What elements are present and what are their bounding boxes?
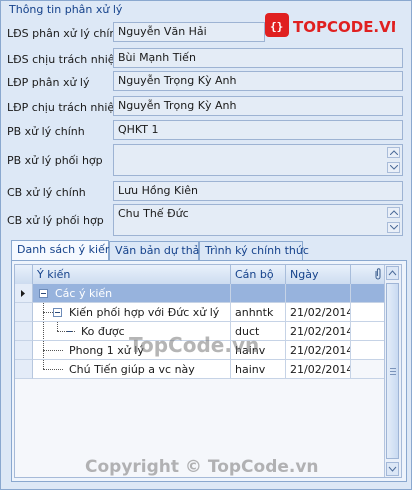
svg-text:{}: {}: [270, 20, 283, 33]
scroll-thumb[interactable]: [386, 283, 399, 459]
tab-official-signing[interactable]: Trình ký chính thức: [199, 241, 309, 260]
date-cell: 21/02/2014: [286, 360, 351, 379]
header-opinion[interactable]: Ý kiến: [33, 265, 231, 284]
opinion-text: Kiến phối hợp với Đức xử lý: [69, 306, 220, 319]
ldp-main-field[interactable]: Nguyễn Trọng Kỳ Anh: [113, 71, 403, 91]
grid-vertical-scrollbar[interactable]: [384, 265, 401, 477]
scroll-down-button[interactable]: [387, 222, 400, 233]
field-label: LĐP phân xử lý: [7, 76, 90, 89]
watermark-center: TopCode.vn: [129, 333, 260, 357]
lds-responsible-field[interactable]: Bùi Mạnh Tiến: [113, 48, 403, 68]
attachment-cell: [351, 360, 387, 379]
row-indicator: [15, 284, 33, 303]
tab-opinions[interactable]: Danh sách ý kiến: [11, 240, 112, 261]
attachment-cell: [351, 284, 387, 303]
cb-main-field[interactable]: Lưu Hồng Kiên: [113, 181, 403, 201]
table-row[interactable]: Chú Tiến giúp a vc này hainv 21/02/2014: [15, 360, 387, 379]
opinion-text: Các ý kiến: [55, 287, 113, 300]
row-indicator: [15, 360, 33, 379]
assignment-panel: Thông tin phân xử lý {} TOPCODE.VN LĐS p…: [0, 0, 412, 490]
officer-cell: anhntk: [231, 303, 286, 322]
chevron-up-icon: [390, 150, 398, 155]
chevron-up-icon: [390, 210, 398, 215]
row-indicator: [15, 303, 33, 322]
attachment-cell: [351, 341, 387, 360]
tree-line: [43, 369, 63, 370]
pb-main-field[interactable]: QHKT 1: [113, 120, 403, 140]
officer-cell: hainv: [231, 360, 286, 379]
header-officer[interactable]: Cán bộ: [231, 265, 286, 284]
cb-coop-value: Chu Thế Đức: [118, 207, 189, 220]
opinion-cell: Chú Tiến giúp a vc này: [33, 360, 231, 379]
leaf-node: [65, 327, 74, 336]
chevron-down-icon: [388, 466, 397, 472]
attachment-cell: [351, 303, 387, 322]
field-label: LĐP chịu trách nhiệm: [7, 101, 125, 114]
tree-line: [43, 322, 44, 340]
field-label: LĐS chịu trách nhiệm: [7, 53, 126, 66]
opinions-grid: Ý kiến Cán bộ Ngày Các ý kiến Kiến phối …: [14, 264, 402, 478]
attachment-cell: [351, 322, 387, 341]
date-cell: 21/02/2014: [286, 322, 351, 341]
collapse-icon[interactable]: [53, 308, 62, 317]
field-label: CB xử lý phối hợp: [7, 214, 104, 227]
date-cell: 21/02/2014: [286, 341, 351, 360]
scroll-down-button[interactable]: [386, 462, 399, 476]
tree-line: [43, 360, 44, 369]
field-label: CB xử lý chính: [7, 186, 86, 199]
grid-header: Ý kiến Cán bộ Ngày: [15, 265, 387, 285]
group-title: Thông tin phân xử lý: [9, 3, 123, 16]
tab-draft-documents[interactable]: Văn bản dự thảo: [109, 241, 206, 260]
row-indicator: [15, 322, 33, 341]
watermark-copyright: Copyright © TopCode.vn: [85, 457, 319, 477]
scroll-up-button[interactable]: [386, 266, 399, 280]
header-indicator: [15, 265, 33, 284]
ldp-responsible-field[interactable]: Nguyễn Trọng Kỳ Anh: [113, 96, 403, 116]
field-label: PB xử lý chính: [7, 125, 85, 138]
officer-cell: [231, 284, 286, 303]
opinion-cell: Các ý kiến: [33, 284, 231, 303]
chevron-up-icon: [388, 270, 397, 276]
scroll-up-button[interactable]: [387, 207, 400, 218]
table-row[interactable]: Các ý kiến: [15, 284, 387, 303]
chevron-down-icon: [390, 225, 398, 230]
opinion-cell: Kiến phối hợp với Đức xử lý: [33, 303, 231, 322]
date-cell: 21/02/2014: [286, 303, 351, 322]
field-label: LĐS phân xử lý chính: [7, 27, 124, 40]
opinion-text: Ko được: [81, 325, 125, 338]
topcode-logo: {} TOPCODE.VN: [265, 13, 395, 37]
header-attachment[interactable]: [351, 265, 387, 284]
tree-line: [43, 312, 53, 313]
header-date[interactable]: Ngày: [286, 265, 351, 284]
svg-text:TOPCODE.VN: TOPCODE.VN: [293, 18, 395, 36]
collapse-icon[interactable]: [39, 289, 48, 298]
tab-content: Ý kiến Cán bộ Ngày Các ý kiến Kiến phối …: [11, 260, 407, 482]
lds-main-field[interactable]: Nguyễn Văn Hải: [113, 22, 265, 42]
scroll-up-button[interactable]: [387, 147, 400, 158]
current-row-arrow-icon: [21, 290, 25, 297]
paperclip-icon: [375, 268, 381, 280]
table-row[interactable]: Kiến phối hợp với Đức xử lý anhntk 21/02…: [15, 303, 387, 322]
tree-line: [43, 350, 63, 351]
pb-coop-field[interactable]: [113, 144, 403, 176]
opinion-text: Chú Tiến giúp a vc này: [69, 363, 195, 376]
date-cell: [286, 284, 351, 303]
scroll-down-button[interactable]: [387, 162, 400, 173]
row-indicator: [15, 341, 33, 360]
field-label: PB xử lý phối hợp: [7, 154, 103, 167]
chevron-down-icon: [390, 165, 398, 170]
tree-line: [57, 322, 58, 331]
cb-coop-field[interactable]: Chu Thế Đức: [113, 204, 403, 236]
